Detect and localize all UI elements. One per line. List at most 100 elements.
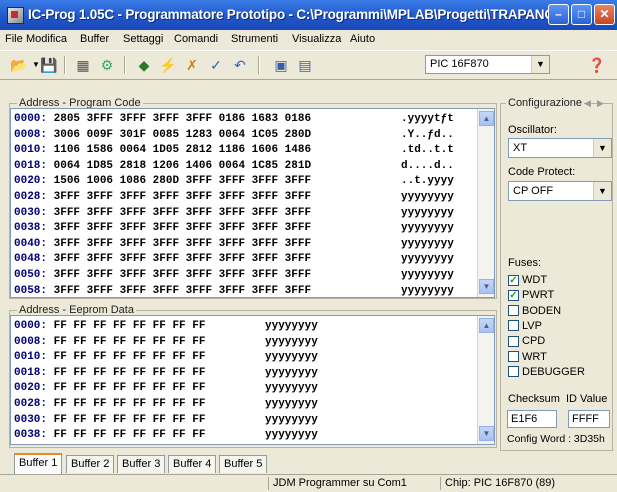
erase-icon[interactable]: ✗	[183, 56, 201, 74]
row-ascii: yyyyyyyy	[265, 320, 318, 332]
chevron-right-icon[interactable]: ▶	[597, 98, 604, 109]
chevron-left-icon[interactable]: ◀	[584, 98, 591, 109]
code-row[interactable]: 0000: 2805 3FFF 3FFF 3FFF 3FFF 0186 1683…	[14, 113, 454, 125]
view-icon[interactable]: ▣	[272, 56, 290, 74]
close-button[interactable]: ✕	[594, 4, 615, 25]
fuse-checkbox-cpd[interactable]: CPD	[508, 335, 545, 349]
id-value-field[interactable]: FFFF	[568, 410, 610, 428]
checkbox-icon[interactable]	[508, 366, 519, 378]
chevron-down-icon[interactable]: ▼	[531, 56, 549, 73]
code-row[interactable]: 0028: FF FF FF FF FF FF FF FF yyyyyyyy	[14, 398, 318, 410]
code-row[interactable]: 0008: FF FF FF FF FF FF FF FF yyyyyyyy	[14, 336, 318, 348]
row-data: 3FFF 3FFF 3FFF 3FFF 3FFF 3FFF 3FFF 3FFF	[53, 222, 312, 235]
verify-icon[interactable]: ✓	[207, 56, 225, 74]
oscillator-select[interactable]: XT ▼	[508, 138, 612, 158]
row-data: 3FFF 3FFF 3FFF 3FFF 3FFF 3FFF 3FFF 3FFF	[53, 284, 312, 297]
fuse-checkbox-boden[interactable]: BODEN	[508, 305, 561, 319]
menu-comandi[interactable]: Comandi	[174, 33, 218, 45]
scroll-up-icon[interactable]: ▲	[479, 318, 494, 333]
checksum-field[interactable]: E1F6	[507, 410, 557, 428]
code-row[interactable]: 0030: FF FF FF FF FF FF FF FF yyyyyyyy	[14, 414, 318, 426]
tab-buffer-1[interactable]: Buffer 1	[14, 453, 63, 474]
chevron-down-icon[interactable]: ▼	[593, 182, 611, 200]
code-row[interactable]: 0050: 3FFF 3FFF 3FFF 3FFF 3FFF 3FFF 3FFF…	[14, 269, 454, 281]
row-data: 3FFF 3FFF 3FFF 3FFF 3FFF 3FFF 3FFF 3FFF	[53, 191, 312, 203]
help-icon[interactable]: ❓	[588, 56, 606, 74]
row-ascii: yyyyyyyy	[401, 222, 454, 235]
menu-modifica[interactable]: Modifica	[26, 33, 67, 45]
save-icon[interactable]: 💾	[40, 56, 58, 74]
row-address: 0020:	[14, 175, 48, 188]
menu-settaggi[interactable]: Settaggi	[123, 33, 163, 45]
row-data: FF FF FF FF FF FF FF FF	[53, 320, 206, 332]
checkmark-icon[interactable]: ✓	[508, 274, 519, 286]
code-row[interactable]: 0038: FF FF FF FF FF FF FF FF yyyyyyyy	[14, 429, 318, 442]
code-row[interactable]: 0010: FF FF FF FF FF FF FF FF yyyyyyyy	[14, 351, 318, 364]
row-data: 1106 1586 0064 1D05 2812 1186 1606 1486	[53, 144, 312, 157]
row-ascii: yyyyyyyy	[401, 237, 454, 250]
code-row[interactable]: 0000: FF FF FF FF FF FF FF FF yyyyyyyy	[14, 320, 318, 332]
scroll-down-icon[interactable]: ▼	[479, 279, 494, 294]
maximize-icon: □	[577, 7, 586, 21]
code-row[interactable]: 0010: 1106 1586 0064 1D05 2812 1186 1606…	[14, 144, 454, 157]
minimize-button[interactable]: –	[548, 4, 569, 25]
fuse-checkbox-wdt[interactable]: ✓ WDT	[508, 274, 547, 288]
read-icon[interactable]: ◆	[135, 56, 153, 74]
program-icon[interactable]: ⚡	[159, 56, 177, 74]
program-code-view[interactable]: 0000: 2805 3FFF 3FFF 3FFF 3FFF 0186 1683…	[10, 108, 495, 298]
fuse-checkbox-lvp[interactable]: LVP	[508, 320, 542, 334]
code-row[interactable]: 0020: 1506 1006 1086 280D 3FFF 3FFF 3FFF…	[14, 175, 454, 188]
chip-icon[interactable]: ▦	[74, 56, 92, 74]
menu-visualizza[interactable]: Visualizza	[292, 33, 341, 45]
scroll-down-icon[interactable]: ▼	[479, 426, 494, 441]
settings-icon[interactable]: ⚙	[98, 56, 116, 74]
menu-strumenti[interactable]: Strumenti	[231, 33, 278, 45]
checksum-label: Checksum	[508, 393, 560, 405]
code-row[interactable]: 0048: 3FFF 3FFF 3FFF 3FFF 3FFF 3FFF 3FFF…	[14, 253, 454, 265]
fuse-checkbox-pwrt[interactable]: ✓ PWRT	[508, 289, 554, 303]
menu-aiuto[interactable]: Aiuto	[350, 33, 375, 45]
chip-select[interactable]: PIC 16F870 ▼	[425, 55, 550, 74]
fuse-checkbox-debugger[interactable]: DEBUGGER	[508, 366, 585, 380]
code-row[interactable]: 0038: 3FFF 3FFF 3FFF 3FFF 3FFF 3FFF 3FFF…	[14, 222, 454, 235]
code-row[interactable]: 0030: 3FFF 3FFF 3FFF 3FFF 3FFF 3FFF 3FFF…	[14, 207, 454, 219]
checkbox-icon[interactable]	[508, 351, 519, 363]
menu-buffer[interactable]: Buffer	[80, 33, 109, 45]
row-data: FF FF FF FF FF FF FF FF	[53, 429, 206, 442]
tab-buffer-4[interactable]: Buffer 4	[168, 455, 217, 473]
chevron-down-icon[interactable]: ▼	[593, 139, 611, 157]
fuse-checkbox-wrt[interactable]: WRT	[508, 351, 547, 365]
tab-buffer-2[interactable]: Buffer 2	[66, 455, 115, 473]
checkmark-icon[interactable]: ✓	[508, 289, 519, 301]
code-row[interactable]: 0040: 3FFF 3FFF 3FFF 3FFF 3FFF 3FFF 3FFF…	[14, 238, 454, 250]
code-row[interactable]: 0018: FF FF FF FF FF FF FF FF yyyyyyyy	[14, 367, 318, 379]
code-row[interactable]: 0058: 3FFF 3FFF 3FFF 3FFF 3FFF 3FFF 3FFF…	[14, 284, 454, 297]
row-ascii: yyyyyyyy	[265, 413, 318, 426]
title-bar[interactable]: IC-Prog 1.05C - Programmatore Prototipo …	[0, 0, 617, 30]
tab-buffer-3[interactable]: Buffer 3	[117, 455, 166, 473]
code-row[interactable]: 0008: 3006 009F 301F 0085 1283 0064 1C05…	[14, 129, 454, 141]
menu-file[interactable]: File	[5, 33, 23, 45]
app-icon[interactable]	[7, 7, 24, 24]
code-row[interactable]: 0028: 3FFF 3FFF 3FFF 3FFF 3FFF 3FFF 3FFF…	[14, 191, 454, 203]
blank-check-icon[interactable]: ↶	[231, 56, 249, 74]
row-address: 0000:	[14, 320, 48, 332]
row-data: FF FF FF FF FF FF FF FF	[53, 351, 206, 364]
checkbox-icon[interactable]	[508, 335, 519, 347]
eeprom-scrollbar[interactable]: ▲ ▼	[477, 316, 494, 444]
checkbox-icon[interactable]	[508, 320, 519, 332]
eeprom-view[interactable]: 0000: FF FF FF FF FF FF FF FF yyyyyyyy 000…	[10, 315, 495, 445]
tab-buffer-5[interactable]: Buffer 5	[219, 455, 268, 473]
maximize-button[interactable]: □	[571, 4, 592, 25]
row-address: 0010:	[14, 351, 48, 364]
menu-bar: File Modifica Buffer Settaggi Comandi St…	[0, 30, 617, 49]
row-address: 0058:	[14, 284, 48, 297]
program-code-scrollbar[interactable]: ▲ ▼	[477, 109, 494, 297]
code-row[interactable]: 0020: FF FF FF FF FF FF FF FF yyyyyyyy	[14, 382, 318, 394]
scroll-up-icon[interactable]: ▲	[479, 111, 494, 126]
code-row[interactable]: 0018: 0064 1D85 2818 1206 1406 0064 1C85…	[14, 160, 454, 172]
window-icon[interactable]: ▤	[296, 56, 314, 74]
folder-open-icon[interactable]: 📂	[10, 56, 28, 74]
checkbox-icon[interactable]	[508, 305, 519, 317]
code-protect-select[interactable]: CP OFF ▼	[508, 181, 612, 201]
